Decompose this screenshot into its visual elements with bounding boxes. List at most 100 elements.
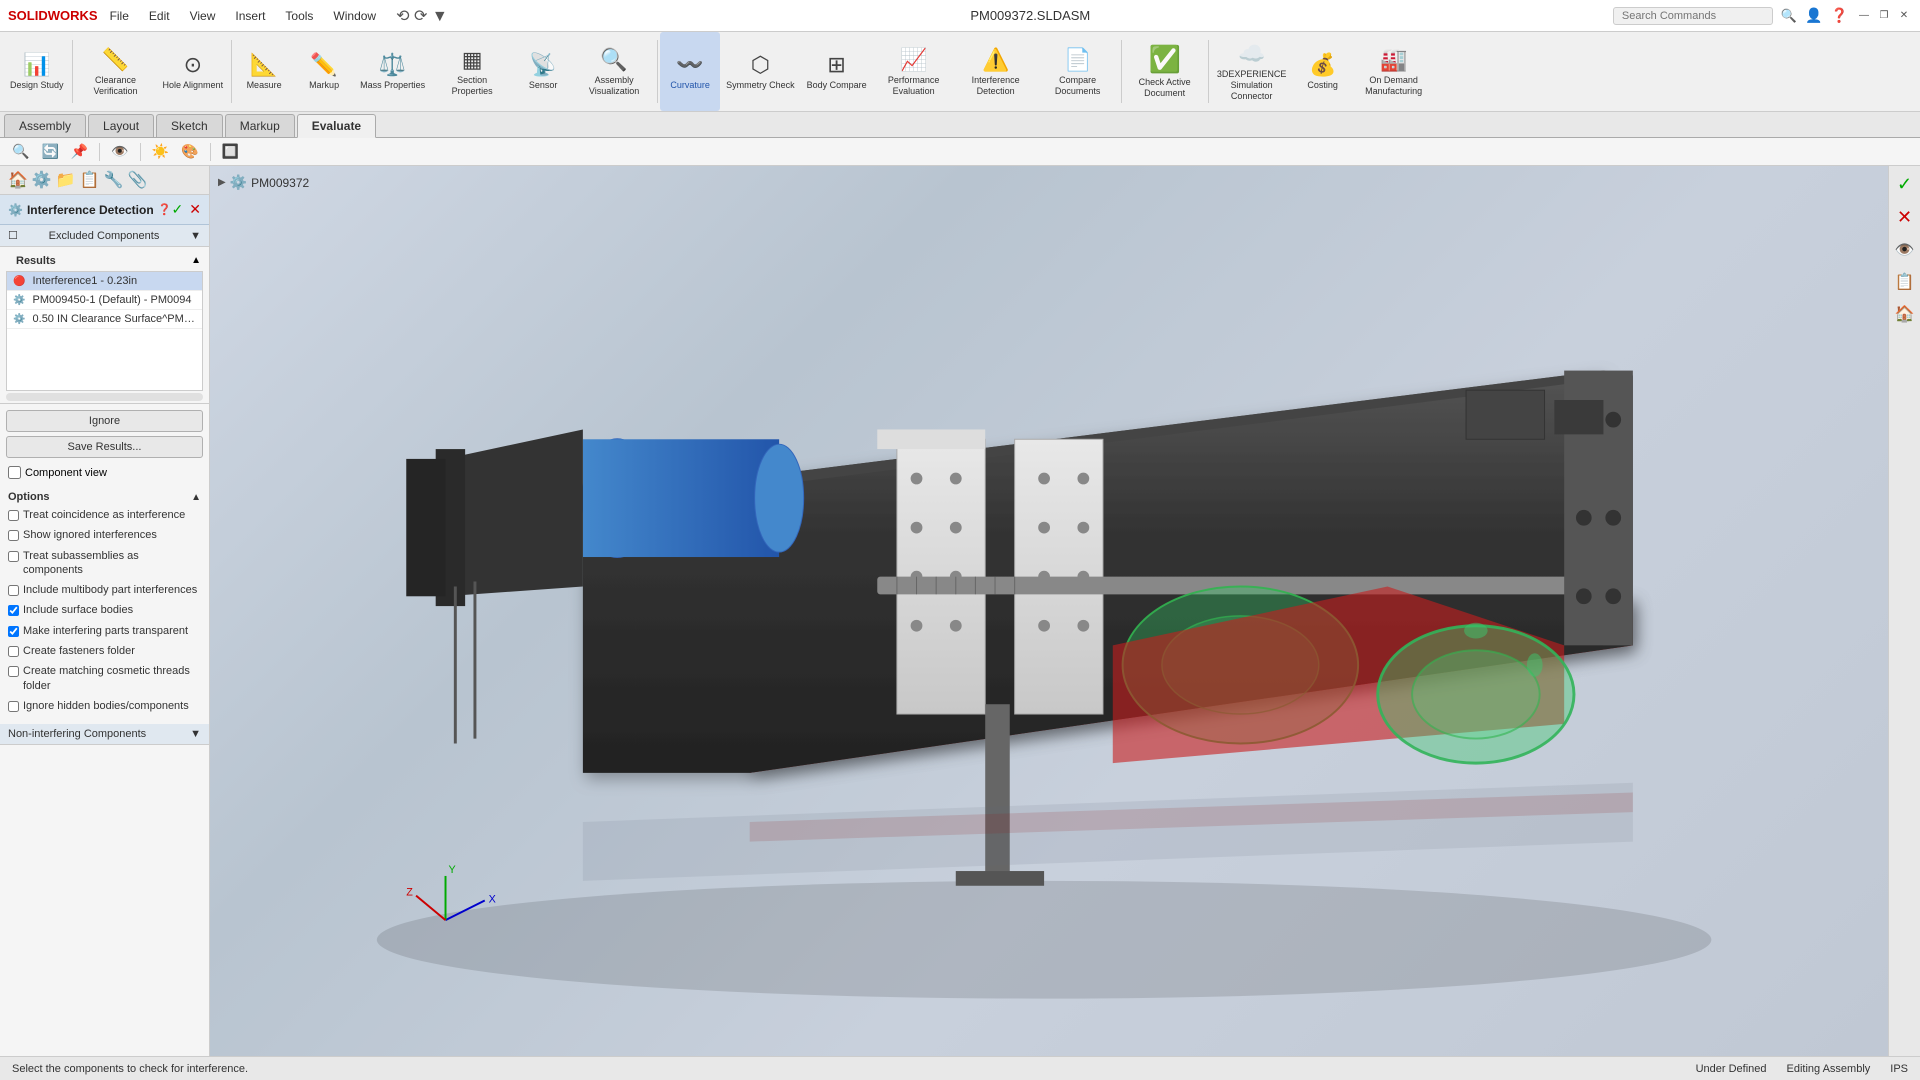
sec-tool-view[interactable]: 👁️ <box>107 141 132 162</box>
option-create-fasteners: Create fasteners folder <box>8 643 201 659</box>
sec-tool-display[interactable]: 🔲 <box>218 141 243 162</box>
panel-icon-5[interactable]: 🔧 <box>104 170 124 190</box>
toolbar-symmetry-check[interactable]: ⬡ Symmetry Check <box>720 32 801 111</box>
treat-coincidence-checkbox[interactable] <box>8 510 19 521</box>
toolbar-design-study[interactable]: 📊 Design Study <box>4 32 70 111</box>
help-icon[interactable]: ❓ <box>1831 7 1848 24</box>
toolbar-on-demand-manufacturing[interactable]: 🏭 On Demand Manufacturing <box>1353 32 1435 111</box>
cancel-x-button[interactable]: ✕ <box>189 201 201 218</box>
non-interfering-arrow[interactable]: ▼ <box>190 728 201 740</box>
close-button[interactable]: ✕ <box>1896 8 1912 24</box>
panel-icon-4[interactable]: 📋 <box>80 170 100 190</box>
treat-subassemblies-checkbox[interactable] <box>8 551 19 562</box>
include-surface-checkbox[interactable] <box>8 605 19 616</box>
create-fasteners-checkbox[interactable] <box>8 646 19 657</box>
check-active-document-icon: ✅ <box>1148 44 1180 75</box>
show-ignored-checkbox[interactable] <box>8 530 19 541</box>
excluded-components-section[interactable]: ☐ Excluded Components ▼ <box>0 225 209 247</box>
toolbar-assembly-visualization[interactable]: 🔍 Assembly Visualization <box>573 32 655 111</box>
menu-file[interactable]: File <box>106 7 133 25</box>
menu-edit[interactable]: Edit <box>145 7 174 25</box>
menu-view[interactable]: View <box>186 7 220 25</box>
tab-markup[interactable]: Markup <box>225 114 295 137</box>
toolbar-curvature[interactable]: 〰️ Curvature <box>660 32 720 111</box>
minimize-button[interactable]: — <box>1856 8 1872 24</box>
viewport[interactable]: ▶ ⚙️ PM009372 <box>210 166 1888 1056</box>
menu-tools[interactable]: Tools <box>281 7 317 25</box>
options-arrow[interactable]: ▲ <box>191 492 201 503</box>
assembly-3d-view[interactable]: X Y Z <box>210 166 1888 1056</box>
save-results-button[interactable]: Save Results... <box>6 436 203 458</box>
toolbar-hole-alignment[interactable]: ⊙ Hole Alignment <box>157 32 230 111</box>
excluded-components-arrow[interactable]: ▼ <box>190 230 201 242</box>
create-cosmetic-checkbox[interactable] <box>8 666 19 677</box>
panel-icon-2[interactable]: ⚙️ <box>32 170 52 190</box>
component-view-label[interactable]: Component view <box>8 466 201 479</box>
sec-tool-rotate[interactable]: 🔄 <box>37 141 62 162</box>
menu-bar[interactable]: File Edit View Insert Tools Window <box>106 7 381 25</box>
window-controls[interactable]: — ❐ ✕ <box>1856 8 1912 24</box>
tab-sketch[interactable]: Sketch <box>156 114 223 137</box>
results-collapse-arrow[interactable]: ▲ <box>191 255 201 266</box>
result-item-pm009450[interactable]: ⚙️ PM009450-1 (Default) - PM0094 <box>7 291 202 310</box>
toolbar-body-compare[interactable]: ⊞ Body Compare <box>801 32 873 111</box>
include-multibody-checkbox[interactable] <box>8 585 19 596</box>
panel-header-icons[interactable]: 🏠 ⚙️ 📁 📋 🔧 📎 <box>8 170 148 190</box>
toolbar-section-properties[interactable]: ▦ Section Properties <box>431 32 513 111</box>
result-item-interference1[interactable]: 🔴 Interference1 - 0.23in <box>7 272 202 291</box>
right-list-icon[interactable]: 📋 <box>1891 268 1919 296</box>
non-interfering-section[interactable]: Non-interfering Components ▼ <box>0 724 209 745</box>
panel-icon-1[interactable]: 🏠 <box>8 170 28 190</box>
ignore-hidden-checkbox[interactable] <box>8 701 19 712</box>
search-icon[interactable]: 🔍 <box>1781 8 1797 24</box>
excluded-components-label: Excluded Components <box>49 230 160 242</box>
panel-icon-6[interactable]: 📎 <box>128 170 148 190</box>
toolbar-3dexperience[interactable]: ☁️ 3DEXPERIENCE Simulation Connector <box>1211 32 1293 111</box>
maximize-button[interactable]: ❐ <box>1876 8 1892 24</box>
sec-tool-pin[interactable]: 📌 <box>67 141 92 162</box>
sec-tool-light[interactable]: ☀️ <box>148 141 173 162</box>
search-input[interactable] <box>1613 7 1773 25</box>
symmetry-check-icon: ⬡ <box>751 52 770 78</box>
toolbar-sensor[interactable]: 📡 Sensor <box>513 32 573 111</box>
toolbar-costing[interactable]: 💰 Costing <box>1293 32 1353 111</box>
right-accept-icon[interactable]: ✓ <box>1893 170 1916 199</box>
toolbar-markup[interactable]: ✏️ Markup <box>294 32 354 111</box>
accept-button[interactable]: ✓ <box>172 201 184 218</box>
toolbar-compare-documents[interactable]: 📄 Compare Documents <box>1037 32 1119 111</box>
account-icon[interactable]: 👤 <box>1805 7 1822 24</box>
quick-access-icons[interactable]: ⟲ ⟳ ▼ <box>396 6 448 26</box>
interference-help-icon[interactable]: ❓ <box>158 203 172 216</box>
tab-evaluate[interactable]: Evaluate <box>297 114 376 138</box>
right-cancel-icon[interactable]: ✕ <box>1893 203 1916 232</box>
result-item-clearance[interactable]: ⚙️ 0.50 IN Clearance Surface^PM00 <box>7 310 202 329</box>
curvature-label: Curvature <box>670 80 710 91</box>
option-treat-subassemblies: Treat subassemblies as components <box>8 548 201 579</box>
toolbar-mass-properties[interactable]: ⚖️ Mass Properties <box>354 32 431 111</box>
panel-icon-3[interactable]: 📁 <box>56 170 76 190</box>
toolbar-performance-evaluation[interactable]: 📈 Performance Evaluation <box>873 32 955 111</box>
sec-tool-search[interactable]: 🔍 <box>8 141 33 162</box>
make-transparent-checkbox[interactable] <box>8 626 19 637</box>
body-compare-label: Body Compare <box>807 80 867 91</box>
menu-window[interactable]: Window <box>329 7 380 25</box>
toolbar-measure[interactable]: 📐 Measure <box>234 32 294 111</box>
sec-tool-color[interactable]: 🎨 <box>177 141 202 162</box>
toolbar-interference-detection[interactable]: ⚠️ Interference Detection <box>955 32 1037 111</box>
bracket-hole-3 <box>911 522 923 534</box>
options-section: Options ▲ Treat coincidence as interfere… <box>0 485 209 724</box>
right-view-icon[interactable]: 👁️ <box>1891 236 1919 264</box>
toolbar-check-active-document[interactable]: ✅ Check Active Document <box>1124 32 1206 111</box>
ignore-button[interactable]: Ignore <box>6 410 203 432</box>
excluded-components-checkbox[interactable]: ☐ <box>8 229 18 242</box>
tab-assembly[interactable]: Assembly <box>4 114 86 137</box>
left-panel: 🏠 ⚙️ 📁 📋 🔧 📎 ⚙️ Interference Detection ❓… <box>0 166 210 1056</box>
tab-layout[interactable]: Layout <box>88 114 154 137</box>
right-home-icon[interactable]: 🏠 <box>1891 300 1919 328</box>
option-make-transparent: Make interfering parts transparent <box>8 623 201 639</box>
menu-insert[interactable]: Insert <box>231 7 269 25</box>
results-scrollbar[interactable] <box>6 393 203 401</box>
component-view-checkbox[interactable] <box>8 466 21 479</box>
interference-actions[interactable]: ✓ ✕ <box>172 201 201 218</box>
toolbar-clearance-verification[interactable]: 📏 Clearance Verification <box>75 32 157 111</box>
